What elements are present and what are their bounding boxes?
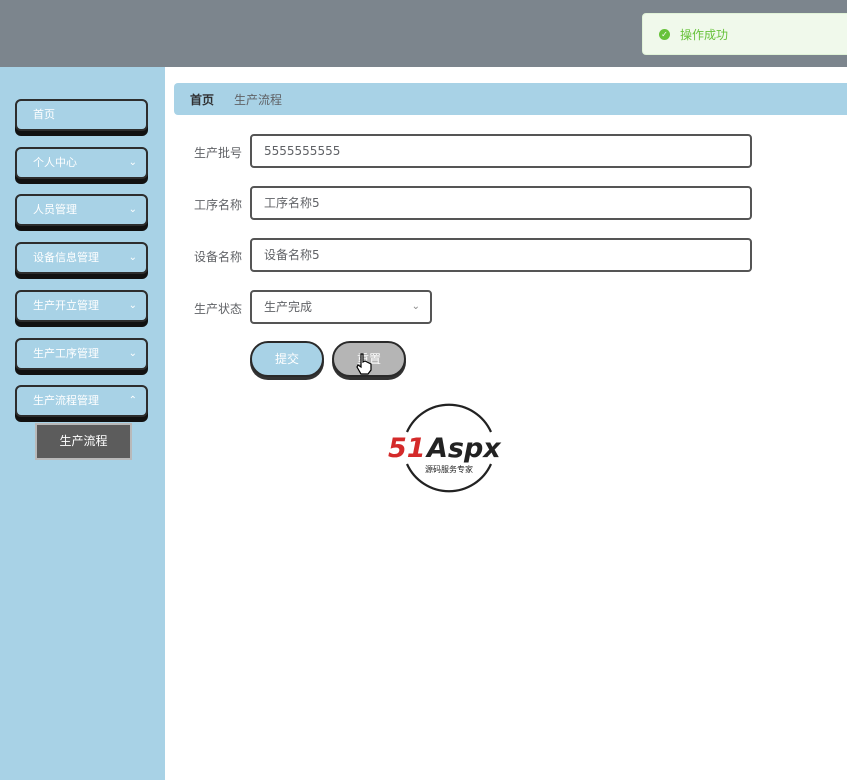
sidebar-item-label: 生产开立管理 [33,299,99,312]
svg-text:Aspx: Aspx [425,433,502,464]
sidebar-item-label: 生产工序管理 [33,347,99,360]
sidebar-item-label: 个人中心 [33,156,77,169]
sidebar-item-label: 首页 [33,108,55,121]
sidebar-item-label: 生产流程管理 [33,394,99,407]
svg-text:源码服务专家: 源码服务专家 [425,464,473,474]
sidebar-item-production-process-management[interactable]: 生产工序管理 ⌄ [15,338,148,370]
sidebar-item-production-opening-management[interactable]: 生产开立管理 ⌄ [15,290,148,322]
sidebar-item-production-flow-management[interactable]: 生产流程管理 ⌃ [15,385,148,417]
breadcrumb-current: 生产流程 [234,92,283,107]
sidebar-item-home[interactable]: 首页 [15,99,148,131]
sidebar-item-personnel-management[interactable]: 人员管理 ⌄ [15,194,148,226]
sidebar-item-label: 人员管理 [33,203,77,216]
sidebar: 首页 个人中心 ⌄ 人员管理 ⌄ 设备信息管理 ⌄ 生产开立管理 ⌄ 生产工序管… [0,67,165,780]
chevron-down-icon: ⌄ [128,204,137,215]
svg-text:51: 51 [388,433,426,464]
51aspx-watermark-logo: 51 Aspx 源码服务专家 [388,403,502,493]
process-name-field[interactable]: 工序名称5 [250,186,752,220]
toast-message: 操作成功 [680,27,729,42]
breadcrumb: 首页 生产流程 [174,83,847,115]
chevron-down-icon: ⌄ [128,252,137,263]
production-status-select[interactable]: 生产完成 ⌄ [250,290,432,324]
success-toast: ✓ 操作成功 [642,13,847,55]
process-name-label: 工序名称 [193,198,242,212]
chevron-down-icon: ⌄ [128,348,137,359]
chevron-down-icon: ⌄ [128,300,137,311]
hand-pointer-icon [356,353,372,375]
chevron-down-icon: ⌄ [411,301,420,312]
sidebar-item-personal-center[interactable]: 个人中心 ⌄ [15,147,148,179]
submit-button[interactable]: 提交 [250,341,324,377]
sidebar-item-device-info-management[interactable]: 设备信息管理 ⌄ [15,242,148,274]
batch-number-label: 生产批号 [193,146,242,160]
batch-number-field[interactable]: 5555555555 [250,134,752,168]
chevron-up-icon: ⌃ [128,395,137,406]
chevron-down-icon: ⌄ [128,157,137,168]
production-status-value: 生产完成 [264,300,313,314]
device-name-label: 设备名称 [193,250,242,264]
check-circle-icon: ✓ [659,28,670,40]
sidebar-subitem-production-flow[interactable]: 生产流程 [35,423,132,460]
device-name-field[interactable]: 设备名称5 [250,238,752,272]
sidebar-item-label: 设备信息管理 [33,251,99,264]
breadcrumb-home[interactable]: 首页 [190,91,214,108]
production-status-label: 生产状态 [193,302,242,316]
